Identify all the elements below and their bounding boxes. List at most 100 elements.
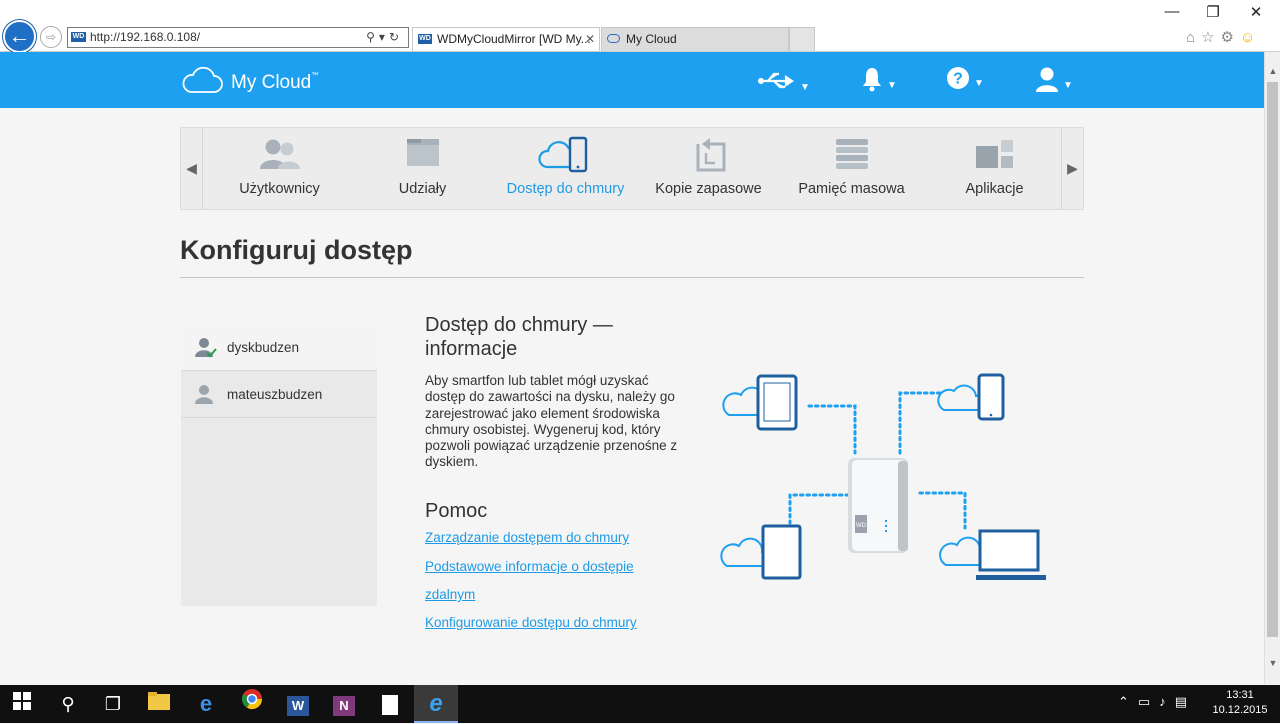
site-favicon-icon: WD <box>71 32 86 42</box>
scroll-down-icon[interactable]: ▼ <box>1265 658 1280 668</box>
network-icon[interactable]: ▭ <box>1138 694 1159 709</box>
help-link-remote-access-basics-cont[interactable]: zdalnym <box>425 587 475 602</box>
chevron-down-icon: ▼ <box>887 80 897 92</box>
taskbar-clock[interactable]: 13:31 10.12.2015 <box>1212 688 1268 718</box>
usb-menu-button[interactable]: ▼ <box>758 66 810 102</box>
task-view-icon: ❐ <box>104 694 122 714</box>
nav-item-shares[interactable]: Udziały <box>351 128 494 209</box>
notifications-button[interactable]: ▼ <box>861 66 897 100</box>
nav-item-backups[interactable]: Kopie zapasowe <box>637 128 780 209</box>
user-name: dyskbudzen <box>227 340 300 355</box>
nav-item-users[interactable]: Użytkownicy <box>208 128 351 209</box>
settings-gear-icon[interactable]: ⚙ <box>1221 29 1240 46</box>
internet-explorer-icon: e <box>429 690 443 717</box>
nav-label: Pamięć masowa <box>798 181 905 197</box>
chevron-down-icon: ▼ <box>800 82 810 94</box>
close-window-button[interactable]: ✕ <box>1244 3 1268 21</box>
restore-button[interactable]: ❐ <box>1201 3 1225 21</box>
user-menu-button[interactable]: ▼ <box>1035 66 1073 100</box>
apps-icon <box>975 140 1013 168</box>
users-icon <box>259 139 300 169</box>
nav-item-cloud-access[interactable]: Dostęp do chmury <box>494 128 637 209</box>
info-description: Aby smartfon lub tablet mógł uzyskać dos… <box>425 373 678 470</box>
chevron-down-icon: ▼ <box>974 78 984 90</box>
address-tools[interactable]: ⚲▾↻ <box>366 28 403 47</box>
page-title: Konfiguruj dostęp <box>180 235 413 265</box>
start-button[interactable] <box>0 685 44 723</box>
arrow-left-icon: ← <box>8 23 31 48</box>
tab-label: My Cloud <box>626 32 677 46</box>
favorites-star-icon[interactable]: ☆ <box>1201 29 1220 46</box>
help-button[interactable]: ? ▼ <box>946 66 984 98</box>
task-view-button[interactable]: ❐ <box>91 685 135 723</box>
help-icon: ? <box>947 67 969 89</box>
svg-text:?: ? <box>953 71 963 88</box>
dropdown-icon[interactable]: ▾ <box>379 30 389 44</box>
chrome-icon <box>241 689 263 710</box>
home-icon[interactable]: ⌂ <box>1186 29 1201 46</box>
address-text: http://192.168.0.108/ <box>90 30 201 44</box>
brand-text: My Cloud <box>231 72 312 93</box>
taskbar-word[interactable]: W <box>276 685 320 723</box>
nav-label: Aplikacje <box>965 181 1024 197</box>
user-icon <box>195 385 213 404</box>
nav-prev-button[interactable]: ◀ <box>181 128 203 209</box>
refresh-icon[interactable]: ↻ <box>389 30 403 44</box>
tab-wdmycloudmirror[interactable]: WD WDMyCloudMirror [WD My... ✕ <box>412 27 600 51</box>
browser-toolbar: ⌂☆⚙☺ <box>1186 28 1261 46</box>
new-tab-button[interactable] <box>789 27 815 51</box>
address-bar[interactable]: WD http://192.168.0.108/ ⚲▾↻ <box>67 27 409 48</box>
nav-item-apps[interactable]: Aplikacje <box>923 128 1066 209</box>
taskbar-file-explorer[interactable] <box>137 685 181 723</box>
taskbar-chrome[interactable] <box>230 685 274 723</box>
svg-text:WD: WD <box>856 523 867 529</box>
tab-my-cloud[interactable]: My Cloud <box>601 27 789 51</box>
brand-name: My Cloud™ <box>231 72 318 94</box>
back-button[interactable]: ← <box>3 20 36 53</box>
taskbar-notepad[interactable] <box>368 685 412 723</box>
user-icon <box>1036 67 1058 92</box>
bell-icon <box>863 68 881 92</box>
scroll-up-icon[interactable]: ▲ <box>1265 66 1280 76</box>
search-button[interactable]: ⚲ <box>46 685 90 723</box>
close-tab-icon[interactable]: ✕ <box>585 28 595 50</box>
forward-button[interactable]: ⇨ <box>40 26 62 48</box>
show-hidden-icons-icon[interactable]: ⌃ <box>1118 694 1138 709</box>
windows-taskbar: ⚲ ❐ e W N e ⌃▭♪▤ 13:31 10.12.2015 <box>0 685 1280 723</box>
taskbar-onenote[interactable]: N <box>322 685 366 723</box>
nav-next-button[interactable]: ▶ <box>1061 128 1083 209</box>
chevron-down-icon: ▼ <box>1063 80 1073 92</box>
storage-icon <box>835 139 868 169</box>
volume-icon[interactable]: ♪ <box>1159 694 1175 709</box>
search-icon[interactable]: ⚲ <box>366 30 379 44</box>
page-scrollbar[interactable]: ▲ ▼ <box>1264 52 1280 684</box>
help-heading: Pomoc <box>425 500 488 522</box>
nav-item-storage[interactable]: Pamięć masowa <box>780 128 923 209</box>
app-header: My Cloud™ ▼ ▼ ? ▼ ▼ <box>0 52 1264 108</box>
cloud-favicon-icon <box>607 34 620 43</box>
word-icon: W <box>287 696 309 716</box>
caret-left-icon: ◀ <box>186 160 197 176</box>
user-list-item[interactable]: mateuszbudzen <box>181 371 377 418</box>
nav-label: Użytkownicy <box>239 181 320 197</box>
feedback-smiley-icon[interactable]: ☺ <box>1240 29 1261 46</box>
user-list: dyskbudzen mateuszbudzen <box>181 324 377 606</box>
taskbar-edge[interactable]: e <box>184 685 228 723</box>
minimize-button[interactable]: — <box>1160 3 1184 20</box>
taskbar-internet-explorer[interactable]: e <box>414 685 458 723</box>
help-link-manage-cloud-access[interactable]: Zarządzanie dostępem do chmury <box>425 530 629 545</box>
laptop-cloud-icon <box>939 529 1046 580</box>
tab-label: WDMyCloudMirror [WD My... <box>437 32 591 46</box>
nav-label: Dostęp do chmury <box>506 181 625 197</box>
caret-right-icon: ▶ <box>1067 160 1078 176</box>
help-link-remote-access-basics[interactable]: Podstawowe informacje o dostępie <box>425 559 634 574</box>
scroll-thumb[interactable] <box>1267 82 1278 637</box>
notifications-icon[interactable]: ▤ <box>1175 694 1196 709</box>
system-tray: ⌃▭♪▤ <box>1118 694 1196 710</box>
cloud-phone-icon <box>537 136 587 173</box>
nav-label: Udziały <box>398 181 447 197</box>
user-list-item[interactable]: dyskbudzen <box>181 324 377 371</box>
help-link-configure-cloud-access[interactable]: Konfigurowanie dostępu do chmury <box>425 615 637 630</box>
user-name: mateuszbudzen <box>227 387 323 402</box>
category-nav: ◀ Użytkownicy Udziały Dostęp do chmury K… <box>180 127 1084 210</box>
